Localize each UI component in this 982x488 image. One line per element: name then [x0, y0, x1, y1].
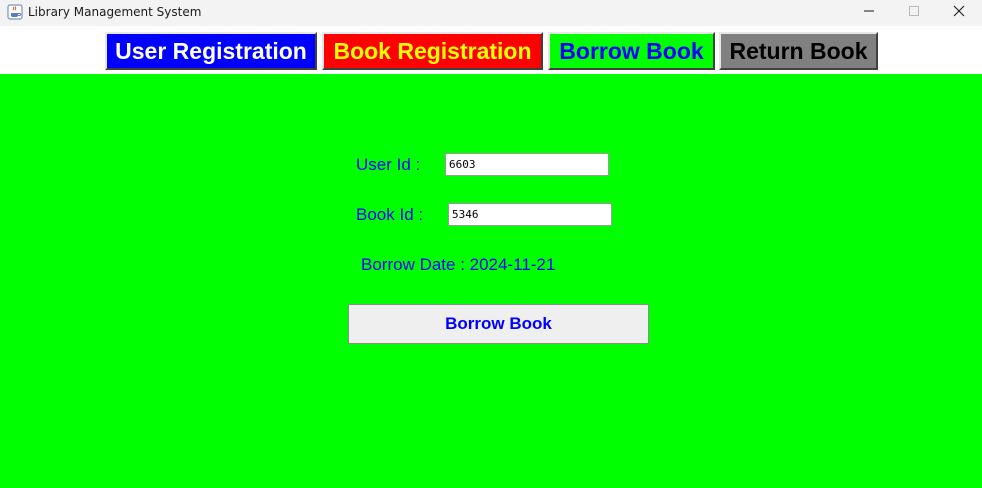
title-bar: Library Management System: [0, 0, 982, 26]
borrow-book-submit-button[interactable]: Borrow Book: [348, 304, 649, 344]
minimize-button[interactable]: [846, 0, 892, 26]
close-button[interactable]: [936, 0, 982, 26]
borrow-date-text: Borrow Date : 2024-11-21: [361, 255, 556, 274]
book-id-label: Book Id :: [356, 205, 424, 224]
nav-bar: User Registration Book Registration Borr…: [0, 26, 982, 74]
user-id-field[interactable]: [445, 153, 609, 176]
borrow-form-panel: User Id : Book Id : Borrow Date : 2024-1…: [0, 74, 982, 488]
app-window: Library Management System User Registrat…: [0, 0, 982, 488]
java-cup-icon[interactable]: [7, 4, 23, 20]
book-id-field[interactable]: [448, 203, 612, 226]
user-registration-button[interactable]: User Registration: [105, 32, 317, 70]
book-registration-button[interactable]: Book Registration: [322, 32, 543, 70]
window-title: Library Management System: [28, 5, 202, 19]
borrow-book-tab-button[interactable]: Borrow Book: [548, 32, 715, 70]
maximize-icon: [908, 4, 920, 22]
minimize-icon: [863, 4, 875, 22]
user-id-label: User Id :: [356, 155, 421, 174]
maximize-button[interactable]: [891, 0, 937, 26]
close-icon: [953, 4, 965, 22]
return-book-button[interactable]: Return Book: [719, 32, 878, 70]
